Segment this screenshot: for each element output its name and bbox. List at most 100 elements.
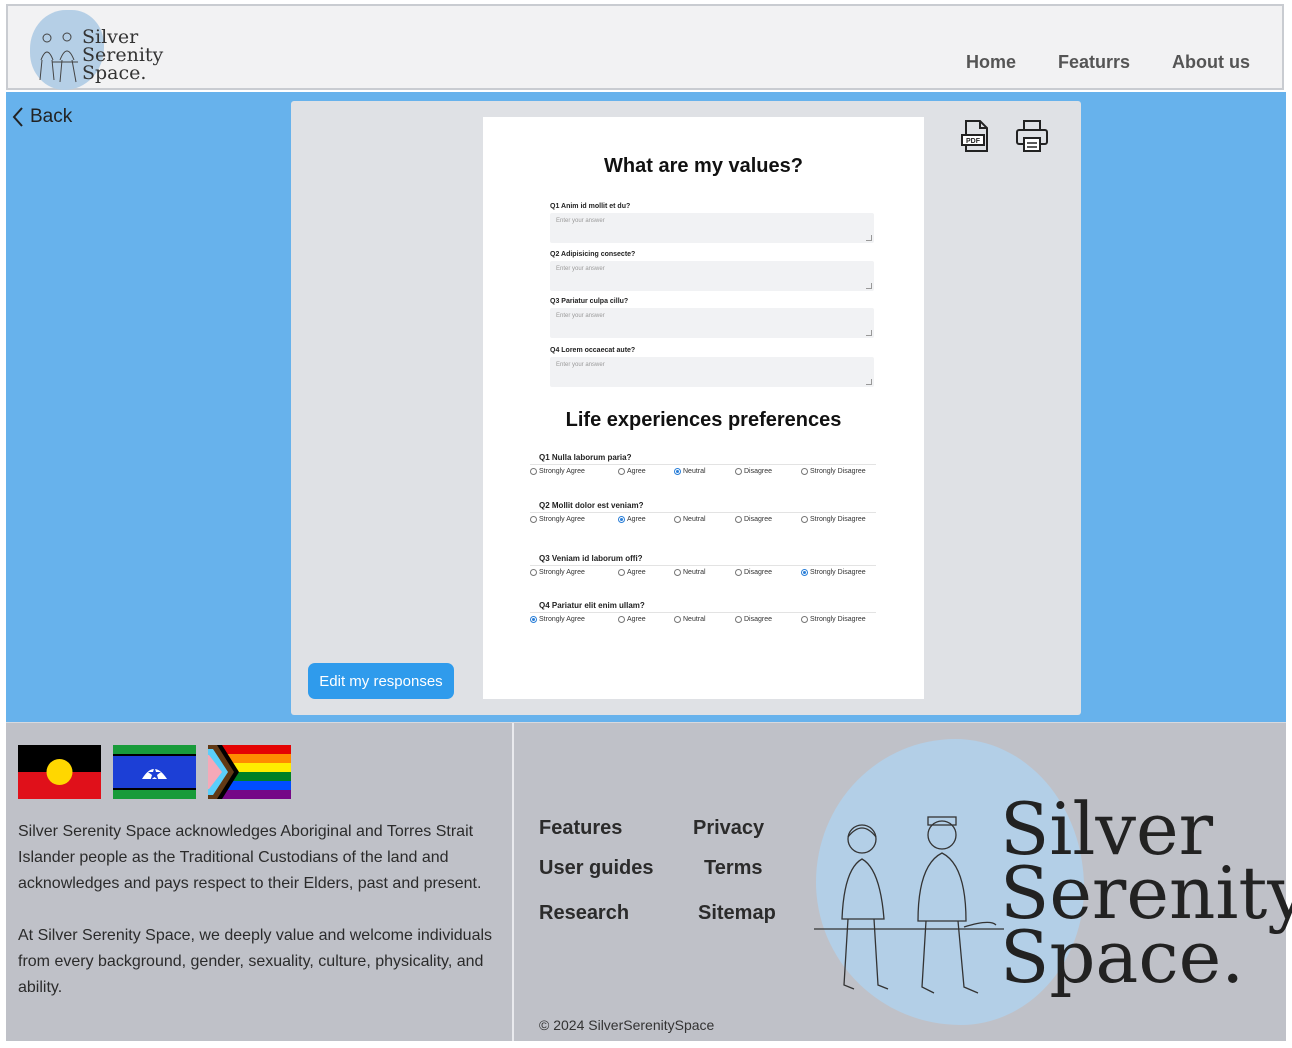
radio-label: Agree <box>627 516 646 523</box>
radio-label: Agree <box>627 468 646 475</box>
footer-divider <box>512 723 514 1041</box>
export-tools: PDF <box>959 119 1049 153</box>
radio-option[interactable]: Neutral <box>674 516 706 523</box>
radio-label: Strongly Disagree <box>810 516 866 523</box>
radio-label: Disagree <box>744 516 773 523</box>
radio-icon[interactable] <box>801 616 808 623</box>
radio-option[interactable]: Strongly Agree <box>530 516 585 523</box>
footer-link-privacy[interactable]: Privacy <box>693 817 764 840</box>
footer-link-sitemap[interactable]: Sitemap <box>698 902 776 925</box>
preferences-title: Life experiences preferences <box>565 409 842 431</box>
country-acknowledgement: Silver Serenity Space acknowledges Abori… <box>18 823 482 892</box>
preference-question: Q4 Pariatur elit enim ullam? Strongly Agr… <box>530 601 876 626</box>
site-header: Silver Serenity Space. Home Featurrs Abo… <box>6 4 1284 90</box>
radio-option[interactable]: Strongly Agree <box>530 616 585 623</box>
answer-placeholder: Enter your answer <box>556 362 605 368</box>
logo-wordmark: Silver Serenity Space. <box>82 26 164 84</box>
radio-option[interactable]: Strongly Agree <box>530 468 585 475</box>
preference-question: Q2 Mollit dolor est veniam? Strongly Agre… <box>530 501 876 526</box>
preference-question: Q1 Nulla laborum paria? Strongly Agree Agr… <box>530 453 876 478</box>
radio-option[interactable]: Strongly Disagree <box>801 516 866 523</box>
footer-link-user-guides[interactable]: User guides <box>539 857 653 880</box>
radio-icon[interactable] <box>674 616 681 623</box>
radio-option[interactable]: Strongly Disagree <box>801 569 866 576</box>
radio-icon[interactable] <box>801 468 808 475</box>
footer-link-research[interactable]: Research <box>539 902 629 925</box>
radio-icon[interactable] <box>735 616 742 623</box>
answer-field[interactable]: Enter your answer <box>550 308 874 338</box>
radio-selected-icon[interactable] <box>618 516 625 523</box>
elderly-couple-icon <box>39 32 78 83</box>
radio-option[interactable]: Agree <box>618 616 646 623</box>
question-label: Q1 Anim id mollit et du? <box>550 203 631 210</box>
footer-link-terms[interactable]: Terms <box>704 857 763 880</box>
answer-placeholder: Enter your answer <box>556 218 605 224</box>
radio-option[interactable]: Neutral <box>674 569 706 576</box>
pdf-icon[interactable]: PDF <box>959 119 993 153</box>
radio-label: Strongly Agree <box>539 516 585 523</box>
question-label: Q2 Adipisicing consecte? <box>550 251 636 258</box>
question-label: Q4 Lorem occaecat aute? <box>550 347 636 354</box>
radio-label: Disagree <box>744 468 773 475</box>
radio-label: Disagree <box>744 616 773 623</box>
radio-icon[interactable] <box>618 468 625 475</box>
radio-group: Strongly Agree Agree Neutral Disagree Strong… <box>530 616 876 626</box>
radio-label: Strongly Disagree <box>810 569 866 576</box>
radio-option[interactable]: Strongly Disagree <box>801 616 866 623</box>
radio-label: Agree <box>627 616 646 623</box>
radio-icon[interactable] <box>735 569 742 576</box>
radio-icon[interactable] <box>530 468 537 475</box>
radio-option[interactable]: Disagree <box>735 569 772 576</box>
chevron-left-icon <box>12 107 23 127</box>
radio-icon[interactable] <box>735 516 742 523</box>
radio-option[interactable]: Neutral <box>674 616 706 623</box>
radio-icon[interactable] <box>801 516 808 523</box>
radio-icon[interactable] <box>530 569 537 576</box>
resize-handle-icon <box>866 283 872 289</box>
radio-icon[interactable] <box>735 468 742 475</box>
radio-option[interactable]: Agree <box>618 569 646 576</box>
nav-about-us[interactable]: About us <box>1172 52 1250 73</box>
radio-selected-icon[interactable] <box>530 616 537 623</box>
radio-icon[interactable] <box>530 516 537 523</box>
radio-label: Disagree <box>744 569 773 576</box>
question-label: Q1 Nulla laborum paria? <box>539 453 632 462</box>
radio-label: Strongly Disagree <box>810 616 866 623</box>
radio-label: Neutral <box>683 569 706 576</box>
answer-field[interactable]: Enter your answer <box>550 261 874 291</box>
edit-responses-button[interactable]: Edit my responses <box>308 663 454 699</box>
radio-option[interactable]: Disagree <box>735 468 772 475</box>
printer-icon[interactable] <box>1015 119 1049 153</box>
radio-option[interactable]: Agree <box>618 516 646 523</box>
answer-placeholder: Enter your answer <box>556 266 605 272</box>
acknowledgement-text: Silver Serenity Space acknowledges Abori… <box>18 819 528 1027</box>
radio-option[interactable]: Disagree <box>735 516 772 523</box>
back-button[interactable]: Back <box>12 106 72 128</box>
radio-icon[interactable] <box>674 569 681 576</box>
question-label: Q4 Pariatur elit enim ullam? <box>539 601 645 610</box>
site-logo[interactable]: Silver Serenity Space. <box>26 8 176 92</box>
radio-icon[interactable] <box>618 616 625 623</box>
radio-option[interactable]: Neutral <box>674 468 706 475</box>
radio-option[interactable]: Agree <box>618 468 646 475</box>
resize-handle-icon <box>866 330 872 336</box>
footer-logo: Silver Serenity Space. <box>812 739 1292 1029</box>
flags <box>18 745 291 799</box>
nav-features[interactable]: Featurrs <box>1058 52 1130 73</box>
footer-link-features[interactable]: Features <box>539 817 622 840</box>
radio-label: Agree <box>627 569 646 576</box>
answer-field[interactable]: Enter your answer <box>550 357 874 387</box>
question-label: Q2 Mollit dolor est veniam? <box>539 501 644 510</box>
aboriginal-flag-icon <box>18 745 101 799</box>
radio-selected-icon[interactable] <box>674 468 681 475</box>
nav-home[interactable]: Home <box>966 52 1016 73</box>
radio-option[interactable]: Strongly Agree <box>530 569 585 576</box>
radio-option[interactable]: Strongly Disagree <box>801 468 866 475</box>
radio-icon[interactable] <box>674 516 681 523</box>
copyright: © 2024 SilverSerenitySpace <box>539 1017 715 1033</box>
radio-option[interactable]: Disagree <box>735 616 772 623</box>
radio-icon[interactable] <box>618 569 625 576</box>
divider <box>530 612 876 613</box>
answer-field[interactable]: Enter your answer <box>550 213 874 243</box>
radio-selected-icon[interactable] <box>801 569 808 576</box>
